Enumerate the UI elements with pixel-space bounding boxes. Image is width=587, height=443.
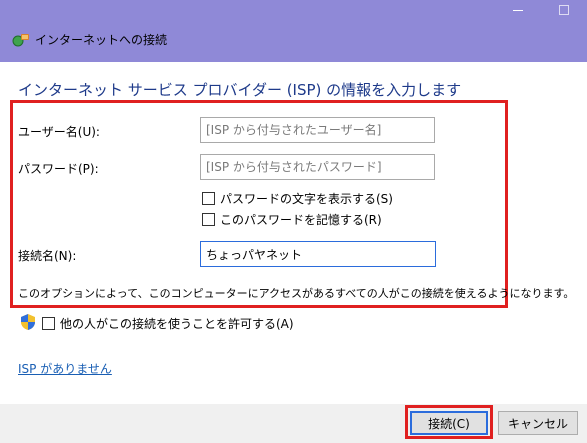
remember-password-checkbox[interactable]: このパスワードを記憶する(R) [202,211,382,228]
allow-others-check[interactable] [42,317,55,330]
window-controls [495,0,587,18]
username-input[interactable] [200,117,435,143]
title-bar: インターネットへの接続 [0,0,587,62]
show-password-check[interactable] [202,192,215,205]
window-title: インターネットへの接続 [35,33,168,47]
minimize-icon [513,9,523,11]
remember-password-check[interactable] [202,213,215,226]
maximize-button[interactable] [541,0,587,18]
show-password-checkbox[interactable]: パスワードの文字を表示する(S) [202,190,393,207]
page-heading: インターネット サービス プロバイダー (ISP) の情報を入力します [18,81,462,99]
uac-shield-icon [21,314,35,330]
cancel-button[interactable]: キャンセル [498,411,578,435]
show-password-label: パスワードの文字を表示する(S) [220,192,393,206]
connection-name-input[interactable] [200,241,436,267]
network-globe-icon [12,34,29,47]
password-label: パスワード(P): [18,162,99,176]
allow-others-label: 他の人がこの接続を使うことを許可する(A) [60,317,294,331]
connection-name-label: 接続名(N): [18,249,77,263]
sharing-note: このオプションによって、このコンピューターにアクセスがあるすべての人がこの接続を… [18,287,575,300]
no-isp-link[interactable]: ISP がありません [18,360,112,377]
maximize-icon [559,5,569,15]
username-label: ユーザー名(U): [18,125,100,139]
connect-button[interactable]: 接続(C) [410,411,488,435]
remember-password-label: このパスワードを記憶する(R) [220,213,382,227]
allow-others-checkbox[interactable]: 他の人がこの接続を使うことを許可する(A) [42,315,294,332]
password-input[interactable] [200,154,435,180]
minimize-button[interactable] [495,0,541,18]
